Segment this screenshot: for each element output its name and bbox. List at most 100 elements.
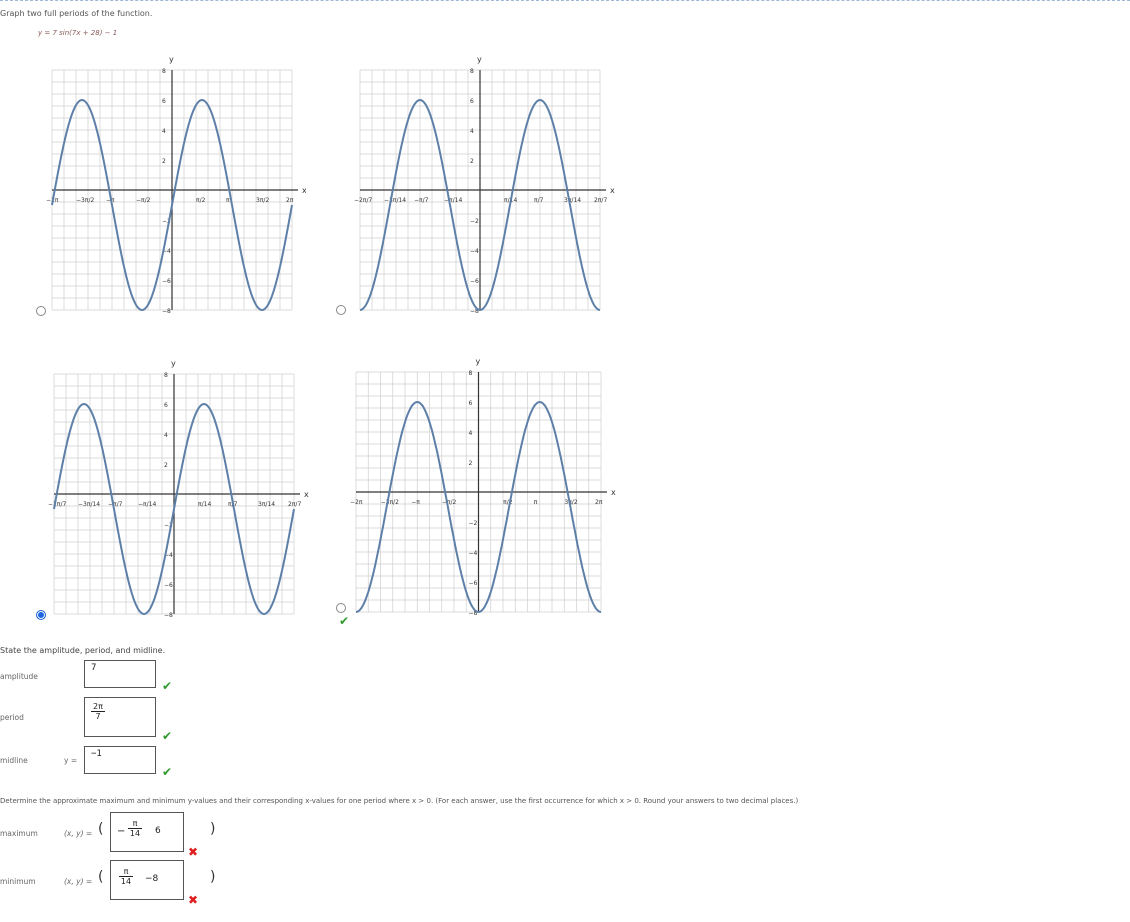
maximum-x-numerator: π bbox=[132, 819, 138, 828]
y-tick-label: −6 bbox=[162, 278, 171, 285]
x-tick-label: −3π/2 bbox=[76, 197, 94, 204]
y-tick-label: 6 bbox=[164, 402, 168, 409]
radio-option-c[interactable] bbox=[36, 610, 46, 620]
x-tick-label: 3π/14 bbox=[564, 197, 581, 204]
part3-instructions: Determine the approximate maximum and mi… bbox=[0, 797, 799, 805]
y-tick-label: 8 bbox=[164, 372, 168, 379]
y-tick-label: 4 bbox=[162, 128, 166, 135]
y-tick-label: −6 bbox=[470, 278, 479, 285]
x-tick-label: −π/2 bbox=[442, 499, 457, 506]
graph-b-svg: xy8642−2−4−6−8−2π/7 −3π/14 −π/7 −π/14 π/14 π/… bbox=[354, 55, 615, 315]
maximum-x-fraction: π 14 bbox=[128, 819, 142, 838]
radio-option-b[interactable] bbox=[336, 305, 346, 315]
x-tick-label: −π/2 bbox=[136, 197, 151, 204]
x-tick-label: 3π/2 bbox=[564, 499, 577, 506]
amplitude-input[interactable]: 7 bbox=[84, 660, 156, 688]
y-tick-label: 6 bbox=[470, 98, 474, 105]
y-tick-label: −2 bbox=[470, 218, 479, 225]
period-label: period bbox=[0, 713, 24, 722]
period-denominator: 7 bbox=[95, 712, 101, 721]
x-tick-label: −π bbox=[411, 499, 420, 506]
x-axis-label: x bbox=[611, 488, 616, 497]
maximum-x-sign: − bbox=[117, 826, 126, 837]
y-tick-label: −4 bbox=[470, 248, 479, 255]
minimum-label: minimum bbox=[0, 877, 36, 886]
y-axis-label: y bbox=[169, 55, 174, 64]
maximum-input[interactable]: − π 14 6 bbox=[110, 812, 184, 852]
x-tick-label: 3π/2 bbox=[256, 197, 269, 204]
question-intro: Graph two full periods of the function. bbox=[0, 9, 153, 18]
y-tick-label: 8 bbox=[469, 370, 473, 377]
radio-option-d[interactable] bbox=[336, 603, 346, 613]
maximum-xy-label: (x, y) = bbox=[64, 829, 93, 838]
x-tick-label: 2π bbox=[595, 499, 603, 506]
x-tick-label: π/2 bbox=[196, 197, 206, 204]
x-axis-label: x bbox=[304, 490, 309, 499]
x-tick-label: −2π/7 bbox=[354, 197, 372, 204]
x-tick-label: −π/14 bbox=[138, 501, 156, 508]
y-tick-label: −6 bbox=[164, 582, 173, 589]
midline-prefix: y = bbox=[64, 756, 78, 765]
x-tick-label: −π/7 bbox=[108, 501, 123, 508]
amplitude-check-icon: ✔ bbox=[162, 679, 173, 693]
midline-input[interactable]: −1 bbox=[84, 746, 156, 774]
maximum-y-value: 6 bbox=[155, 826, 161, 836]
y-tick-label: −2 bbox=[469, 520, 478, 527]
y-axis-label: y bbox=[171, 359, 176, 368]
graph-option-d: x y 8 6 4 2 −2 −4 −6 −8 −2π −3π/2 −π −π/2 π/2 π 3π/2 2π bbox=[346, 350, 616, 616]
graph-option-c: x y 8 6 4 2 −2 −4 −6 −8 −2π/7 −3π/14 −π/7 −π/14 π/14 π/… bbox=[46, 356, 316, 618]
part2-title: State the amplitude, period, and midline… bbox=[0, 646, 166, 655]
top-divider bbox=[0, 0, 1130, 1]
x-tick-label: −2π/7 bbox=[48, 501, 66, 508]
x-tick-label: −π/7 bbox=[414, 197, 429, 204]
graph-a-svg: xy8642−2−4−6−8−2π −3π/2 −π −π/2 π/2 π 3π/2 2π bbox=[46, 55, 306, 315]
midline-label: midline bbox=[0, 756, 28, 765]
x-tick-label: 2π/7 bbox=[594, 197, 607, 204]
maximum-label: maximum bbox=[0, 829, 38, 838]
graph-d-svg: xy8642−2−4−6−8−2π −3π/2 −π −π/2 π/2 π 3π/2 2π bbox=[350, 357, 616, 616]
maximum-incorrect-icon: ✖ bbox=[188, 845, 199, 859]
period-numerator: 2π bbox=[93, 702, 103, 711]
graph-option-b: x y 8 6 4 2 −2 −4 −6 −8 −2π/7 −3π/14 −π/7 −π/14 π/14 π/… bbox=[346, 50, 616, 320]
minimum-xy-label: (x, y) = bbox=[64, 877, 93, 886]
y-tick-label: 6 bbox=[162, 98, 166, 105]
x-tick-label: 3π/14 bbox=[258, 501, 275, 508]
y-tick-label: −8 bbox=[164, 612, 173, 618]
graph-option-a: x y 8 6 4 2 −2 −4 −6 −8 −2π −3π/2 −π −π/2 π/2 π 3π/2 2π bbox=[46, 50, 306, 320]
midline-check-icon: ✔ bbox=[162, 765, 173, 779]
y-tick-label: 2 bbox=[164, 462, 168, 469]
y-tick-label: 2 bbox=[470, 158, 474, 165]
graph-correct-check-icon: ✔ bbox=[339, 614, 350, 628]
y-axis-label: y bbox=[476, 357, 481, 366]
maximum-close-paren: ) bbox=[210, 821, 216, 837]
y-tick-label: 4 bbox=[164, 432, 168, 439]
maximum-x-denominator: 14 bbox=[129, 829, 141, 838]
amplitude-label: amplitude bbox=[0, 672, 38, 681]
radio-option-a[interactable] bbox=[36, 306, 46, 316]
y-axis-label: y bbox=[477, 55, 482, 64]
amplitude-value: 7 bbox=[91, 663, 97, 673]
period-input[interactable]: 2π 7 bbox=[84, 697, 156, 737]
x-tick-label: −π/14 bbox=[444, 197, 462, 204]
x-tick-label: −3π/14 bbox=[384, 197, 406, 204]
minimum-x-numerator: π bbox=[123, 867, 129, 876]
minimum-incorrect-icon: ✖ bbox=[188, 893, 199, 907]
function-expression: y = 7 sin(7x + 28) − 1 bbox=[38, 29, 118, 37]
x-tick-label: π/14 bbox=[198, 501, 211, 508]
y-tick-label: 4 bbox=[469, 430, 473, 437]
y-tick-label: −4 bbox=[469, 550, 478, 557]
minimum-x-fraction: π 14 bbox=[119, 867, 133, 886]
y-tick-label: 4 bbox=[470, 128, 474, 135]
x-tick-label: −2π bbox=[350, 499, 363, 506]
minimum-y-value: −8 bbox=[145, 874, 159, 884]
period-check-icon: ✔ bbox=[162, 729, 173, 743]
minimum-x-denominator: 14 bbox=[120, 877, 132, 886]
x-tick-label: 2π bbox=[286, 197, 294, 204]
x-tick-label: 2π/7 bbox=[288, 501, 301, 508]
y-tick-label: 2 bbox=[469, 460, 473, 467]
x-axis-label: x bbox=[302, 186, 306, 195]
x-tick-label: −3π/2 bbox=[381, 499, 399, 506]
x-axis-label: x bbox=[610, 186, 615, 195]
minimum-close-paren: ) bbox=[210, 869, 216, 885]
minimum-input[interactable]: π 14 −8 bbox=[110, 860, 184, 900]
